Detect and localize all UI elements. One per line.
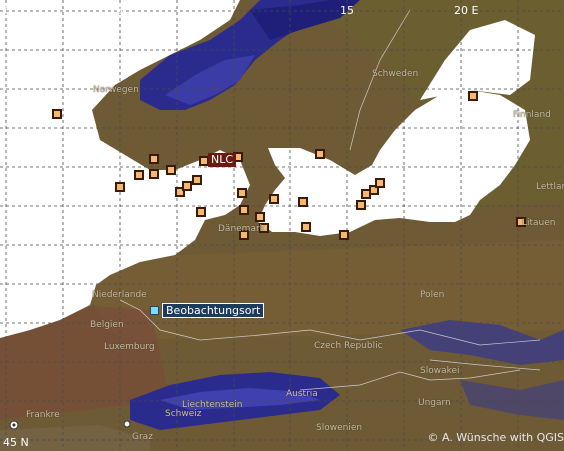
label-slovakia: Slowakei: [420, 366, 460, 376]
lon-label-15: 15: [340, 4, 354, 17]
label-poland: Polen: [420, 290, 445, 300]
label-switzerland: Schweiz: [165, 409, 202, 419]
lon-label-0: 0: [4, 4, 11, 17]
station-marker: [315, 149, 325, 159]
map-canvas: [0, 0, 564, 451]
label-finland: Finnland: [513, 110, 551, 120]
label-austria: Austria: [286, 389, 318, 399]
station-marker: [356, 200, 366, 210]
label-lithuania: Litauen: [522, 218, 556, 228]
nlc-label: NLC: [208, 153, 237, 167]
station-marker: [301, 222, 311, 232]
station-marker: [255, 212, 265, 222]
label-denmark: Dänemark: [218, 224, 265, 234]
station-marker: [468, 91, 478, 101]
observer-label: Beobachtungsort: [162, 303, 265, 318]
label-czech: Czech Republic: [314, 341, 383, 351]
lon-label-5: 5: [116, 4, 123, 17]
observer-location[interactable]: Beobachtungsort: [150, 303, 265, 318]
label-sweden: Schweden: [372, 69, 419, 79]
station-marker: [298, 197, 308, 207]
place-marker-graz: [123, 420, 131, 428]
label-hungary: Ungarn: [418, 398, 451, 408]
station-marker: [192, 175, 202, 185]
label-luxembourg: Luxemburg: [104, 342, 155, 352]
label-norway: Norwegen: [93, 85, 139, 95]
station-marker: [375, 178, 385, 188]
lat-label-45: 45 N: [3, 436, 29, 449]
station-marker: [115, 182, 125, 192]
station-marker: [134, 170, 144, 180]
label-latvia: Lettland: [536, 182, 564, 192]
station-marker: [149, 154, 159, 164]
station-marker: [182, 181, 192, 191]
station-marker: [149, 169, 159, 179]
observer-marker-icon: [150, 306, 159, 315]
station-marker: [269, 194, 279, 204]
station-marker: [199, 156, 209, 166]
station-marker: [52, 109, 62, 119]
station-marker: [166, 165, 176, 175]
label-graz: Graz: [132, 432, 153, 442]
station-marker: [196, 207, 206, 217]
label-netherlands: Niederlande: [92, 290, 147, 300]
label-belgium: Belgien: [90, 320, 124, 330]
label-liechtenstein: Liechtenstein: [182, 400, 243, 410]
label-slovenia: Slowenien: [316, 423, 363, 433]
station-marker: [361, 189, 371, 199]
label-france: Frankre: [26, 410, 60, 420]
map-view[interactable]: 0 5 15 20 E 45 N Norwegen Schweden Finnl…: [0, 0, 564, 451]
lon-label-20: 20 E: [454, 4, 479, 17]
copyright-text: © A. Wünsche with QGIS: [427, 431, 564, 444]
station-marker: [237, 188, 247, 198]
station-marker: [339, 230, 349, 240]
station-marker: [239, 205, 249, 215]
